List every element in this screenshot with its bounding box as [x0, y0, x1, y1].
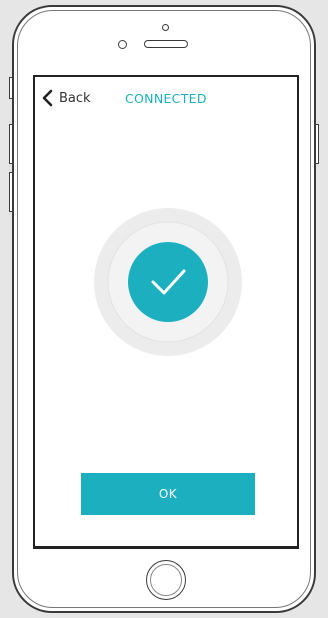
proximity-sensor [118, 40, 127, 49]
front-camera [162, 24, 169, 31]
page-title: CONNECTED [125, 91, 207, 106]
back-button[interactable]: Back [41, 89, 91, 107]
earpiece-speaker [144, 40, 188, 48]
connection-status-graphic [94, 208, 242, 356]
phone-screen: Back CONNECTED OK [33, 75, 299, 549]
navigation-bar: Back CONNECTED [35, 77, 297, 121]
home-button[interactable] [146, 560, 186, 600]
app-mockup-canvas: Back CONNECTED OK [0, 0, 328, 618]
back-label: Back [59, 90, 91, 106]
success-disc [128, 242, 208, 322]
ok-button[interactable]: OK [81, 473, 255, 515]
chevron-left-icon [42, 89, 53, 107]
